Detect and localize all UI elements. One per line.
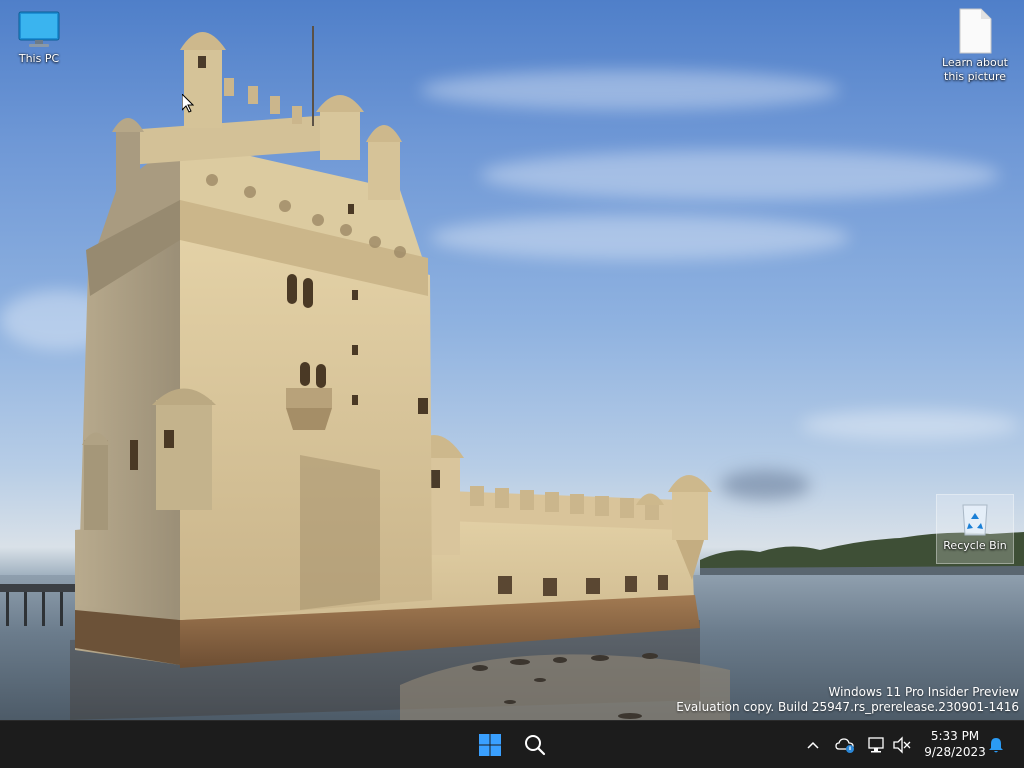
notification-bell-icon: [989, 738, 1003, 753]
notification-center-button[interactable]: [984, 733, 1008, 757]
document-icon: [959, 8, 992, 54]
recycle-bin-label: Recycle Bin: [943, 539, 1007, 552]
taskbar-clock[interactable]: 5:33 PM 9/28/2023: [918, 728, 992, 760]
recycle-bin-shortcut[interactable]: Recycle Bin: [936, 494, 1014, 564]
volume-tray-button[interactable]: [890, 733, 914, 757]
start-button[interactable]: [470, 725, 510, 765]
desktop-wallpaper[interactable]: [0, 0, 1024, 720]
learn-about-picture-label: Learn about this picture: [942, 56, 1008, 83]
wallpaper-tower: [70, 26, 712, 720]
network-tray-button[interactable]: [864, 733, 888, 757]
onedrive-tray-button[interactable]: [833, 733, 857, 757]
taskbar: 5:33 PM 9/28/2023: [0, 720, 1024, 768]
windows-logo-icon: [479, 734, 501, 756]
insider-watermark: Windows 11 Pro Insider Preview Evaluatio…: [676, 685, 1019, 715]
recycle-bin-icon: [962, 504, 988, 536]
chevron-up-icon: [807, 741, 819, 749]
volume-muted-icon: [893, 736, 911, 754]
network-icon: [868, 737, 884, 753]
onedrive-cloud-icon: [835, 738, 854, 753]
mouse-cursor-icon: [182, 94, 194, 113]
watermark-build: Evaluation copy. Build 25947.rs_prerelea…: [676, 700, 1019, 714]
watermark-edition: Windows 11 Pro Insider Preview: [828, 685, 1019, 699]
this-pc-label: This PC: [18, 52, 60, 65]
learn-about-picture-shortcut[interactable]: Learn about this picture: [937, 8, 1013, 84]
clock-date: 9/28/2023: [924, 745, 986, 759]
this-pc-icon-shortcut[interactable]: This PC: [1, 10, 77, 66]
monitor-icon: [18, 11, 60, 47]
clock-time: 5:33 PM: [930, 729, 980, 743]
show-hidden-icons-button[interactable]: [801, 733, 825, 757]
search-button[interactable]: [515, 725, 555, 765]
search-icon: [525, 735, 546, 756]
